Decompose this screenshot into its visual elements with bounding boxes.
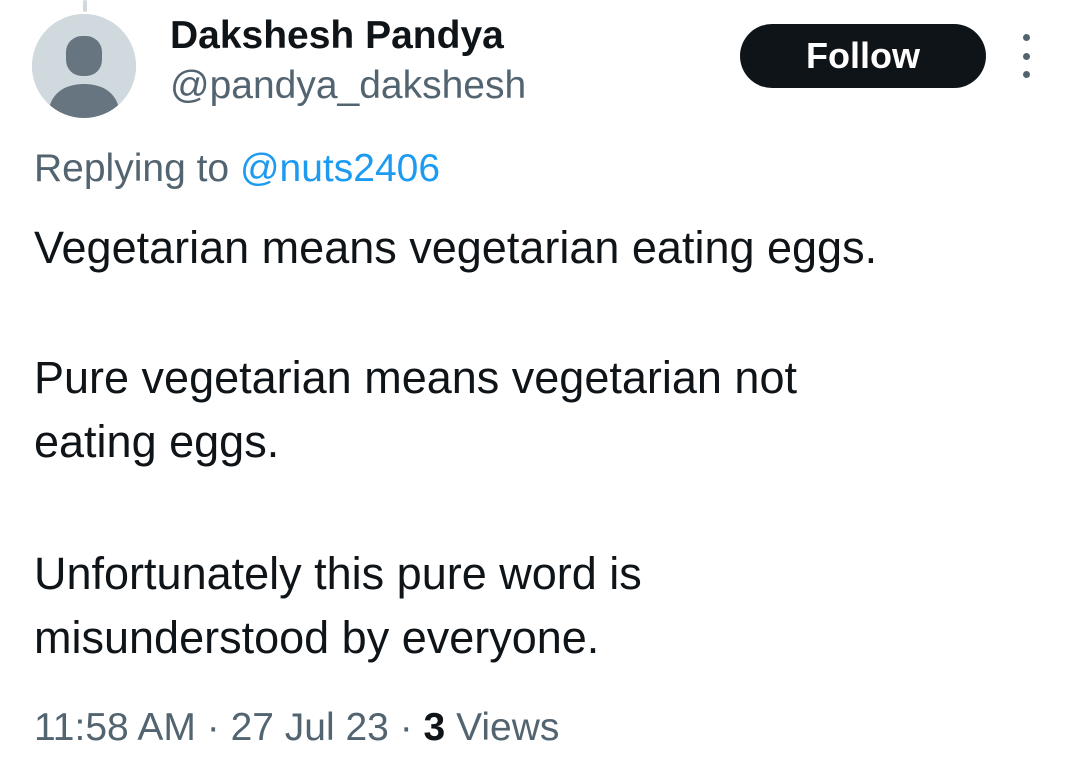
views-label[interactable]: Views [445,706,559,749]
replying-to: Replying to @nuts2406 [34,147,440,191]
replying-to-handle-link[interactable]: @nuts2406 [240,147,440,190]
tweet-meta: 11:58 AM · 27 Jul 23 · 3 Views [34,706,559,750]
tweet-time[interactable]: 11:58 AM [34,706,196,749]
meta-separator: · [195,706,231,749]
meta-separator: · [388,706,424,749]
follow-button[interactable]: Follow [740,24,986,88]
views-count[interactable]: 3 [424,706,446,749]
replying-to-label: Replying to [34,147,240,190]
avatar[interactable] [32,14,136,118]
author-handle[interactable]: @pandya_dakshesh [170,64,526,108]
tweet-text-line: misunderstood by everyone. [34,612,600,663]
tweet-date[interactable]: 27 Jul 23 [231,706,389,749]
more-options-icon[interactable] [1012,34,1040,78]
tweet-text-line: eating eggs. [34,416,280,467]
thread-connector-line [83,0,87,12]
author-display-name[interactable]: Dakshesh Pandya [170,14,504,58]
tweet-text-line: Unfortunately this pure word is [34,548,642,599]
default-profile-icon [32,14,136,118]
tweet-text-line: Vegetarian means vegetarian eating eggs. [34,222,878,273]
tweet-text-line: Pure vegetarian means vegetarian not [34,352,797,403]
